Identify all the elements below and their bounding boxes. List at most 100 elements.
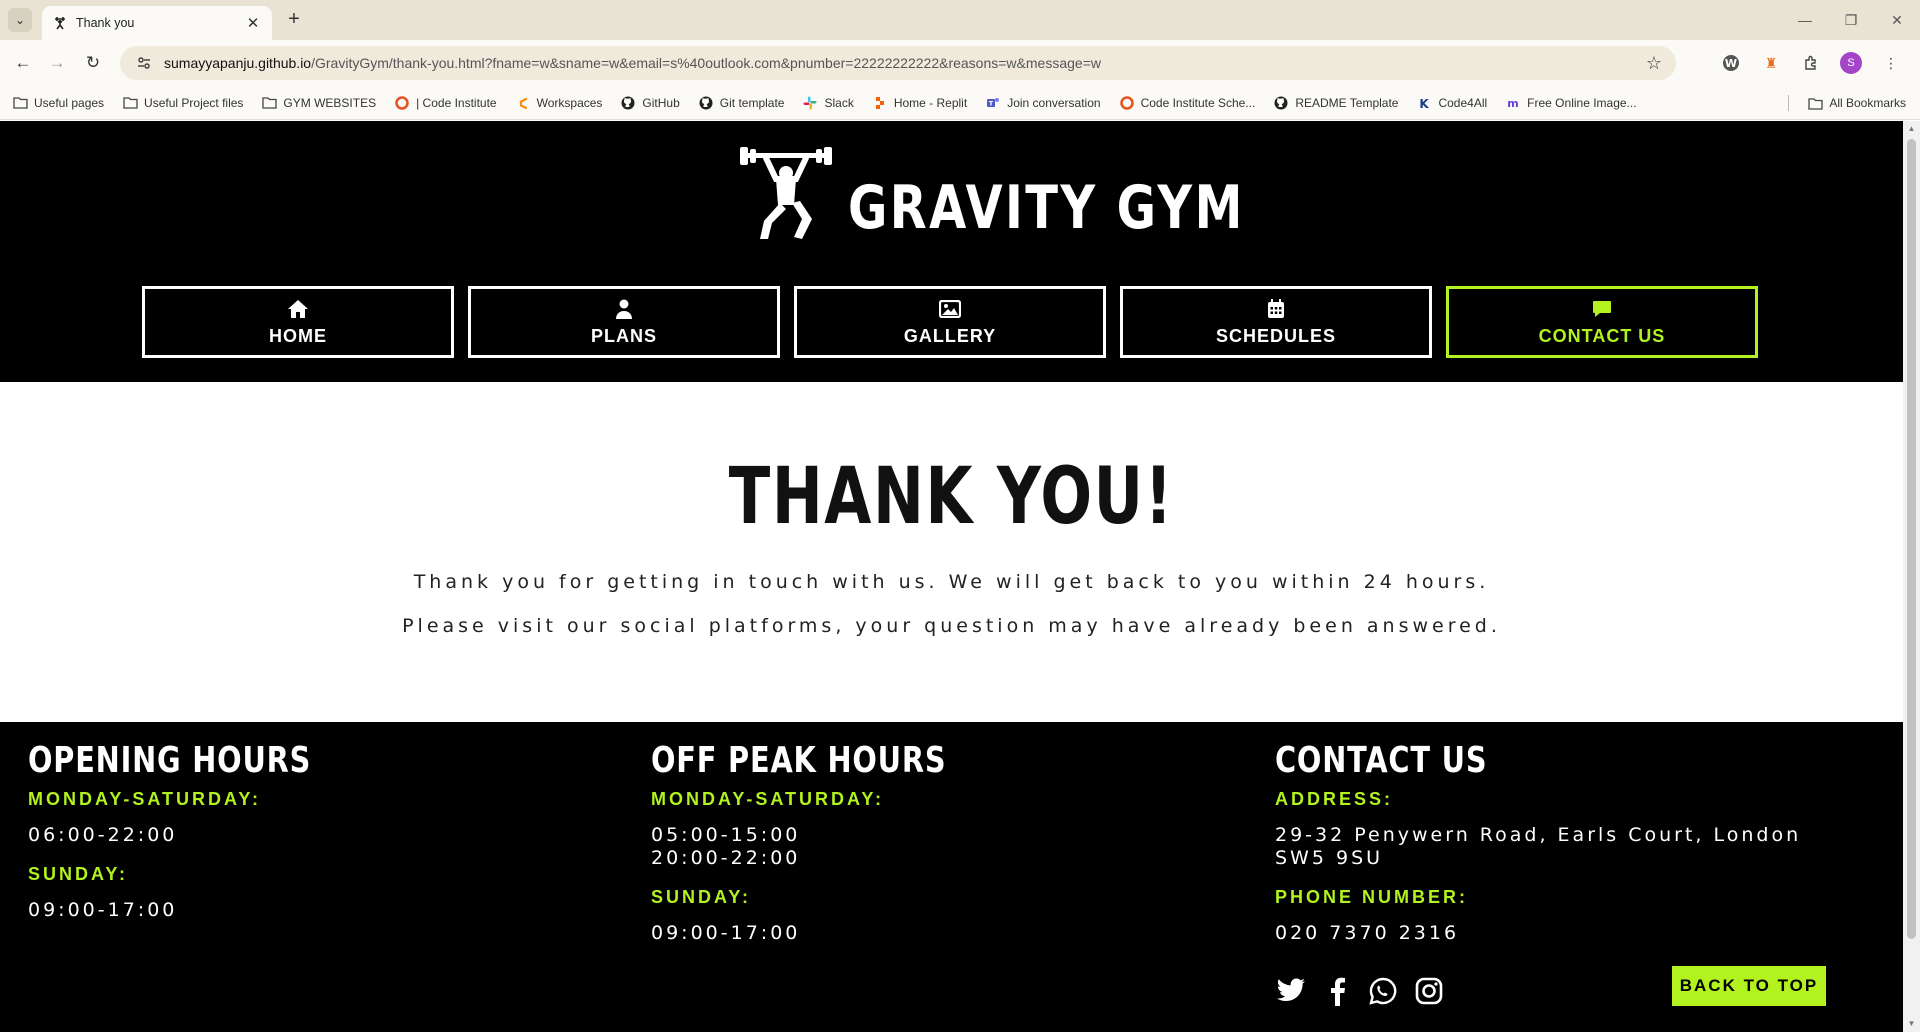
code4all-icon: K: [1416, 95, 1432, 111]
restore-icon[interactable]: ❐: [1828, 0, 1874, 40]
forward-icon[interactable]: →: [44, 50, 70, 76]
bookmark-item[interactable]: Useful pages: [12, 95, 104, 111]
nav-home[interactable]: HOME: [142, 286, 454, 358]
bookmark-item[interactable]: Code Institute Sche...: [1119, 95, 1256, 111]
bookmark-label: Code Institute Sche...: [1140, 95, 1256, 110]
thank-you-section: THANK YOU! Thank you for getting in touc…: [0, 382, 1903, 722]
bookmark-label: Useful pages: [34, 95, 105, 110]
close-window-icon[interactable]: ✕: [1874, 0, 1920, 40]
bookmark-item[interactable]: Workspaces: [515, 95, 602, 111]
nav-label: HOME: [269, 325, 327, 346]
site-info-icon[interactable]: [134, 53, 154, 73]
bookmark-label: Slack: [824, 95, 854, 110]
twitter-icon[interactable]: [1275, 975, 1307, 1007]
opening-sunday-hours: 09:00-17:00: [28, 899, 178, 921]
bookmark-label: GitHub: [642, 95, 680, 110]
image-tool-icon: m: [1505, 95, 1521, 111]
gym-favicon-icon: [52, 15, 68, 31]
bookmark-star-icon[interactable]: ☆: [1646, 53, 1662, 74]
nav-label: CONTACT US: [1538, 325, 1666, 346]
bookmark-label: | Code Institute: [416, 95, 497, 110]
bookmark-item[interactable]: Useful Project files: [122, 95, 243, 111]
address-label: ADDRESS:: [1275, 789, 1394, 809]
svg-text:K: K: [1420, 97, 1430, 110]
bookmark-item[interactable]: | Code Institute: [394, 95, 497, 111]
instagram-icon[interactable]: [1413, 975, 1445, 1007]
github-icon: [698, 95, 714, 111]
browser-menu-icon[interactable]: ⋮: [1880, 52, 1902, 74]
address-bar[interactable]: sumayyapanju.github.io/GravityGym/thank-…: [120, 46, 1676, 80]
extensions-area: W ♜ S ⋮: [1720, 52, 1902, 74]
close-tab-icon[interactable]: ✕: [244, 14, 262, 32]
svg-text:T: T: [989, 99, 994, 107]
nav-label: SCHEDULES: [1215, 325, 1336, 346]
bookmark-item[interactable]: K Code4All: [1416, 95, 1487, 111]
off-peak-sunday-hours: 09:00-17:00: [651, 922, 801, 944]
home-icon: [287, 298, 309, 320]
bookmark-item[interactable]: GYM WEBSITES: [261, 95, 376, 111]
image-icon: [939, 298, 961, 320]
bookmark-label: Home - Replit: [893, 95, 968, 110]
opening-sunday-label: SUNDAY:: [28, 864, 129, 884]
bookmark-label: Free Online Image...: [1527, 95, 1637, 110]
chess-extension-icon[interactable]: ♜: [1760, 52, 1782, 74]
scrollbar-thumb[interactable]: [1907, 139, 1916, 939]
wordpress-extension-icon[interactable]: W: [1720, 52, 1742, 74]
nav-plans[interactable]: PLANS: [468, 286, 780, 358]
teams-icon: T: [985, 95, 1001, 111]
folder-icon: [261, 95, 277, 111]
bookmark-item[interactable]: README Template: [1273, 95, 1398, 111]
bookmark-label: Code4All: [1438, 95, 1488, 110]
folder-icon: [12, 95, 28, 111]
tab-search-button[interactable]: ⌄: [8, 8, 32, 32]
back-to-top-button[interactable]: BACK TO TOP: [1672, 966, 1826, 1006]
opening-weekday-label: MONDAY-SATURDAY:: [28, 789, 262, 809]
new-tab-button[interactable]: +: [282, 8, 306, 32]
nav-contact-us[interactable]: CONTACT US: [1446, 286, 1758, 358]
bookmark-item[interactable]: m Free Online Image...: [1505, 95, 1636, 111]
site-logo[interactable]: GRAVITY GYM: [738, 143, 1344, 243]
bookmark-label: Git template: [719, 95, 785, 110]
address-text: 29-32 Penywern Road, Earls Court, London…: [1275, 824, 1802, 869]
browser-tab[interactable]: Thank you ✕: [42, 6, 272, 40]
off-peak-heading: OFF PEAK HOURS: [651, 740, 947, 781]
bookmark-item[interactable]: GitHub: [620, 95, 680, 111]
off-peak-hours-column: OFF PEAK HOURS MONDAY-SATURDAY: 05:00-15…: [651, 740, 1211, 962]
folder-icon: [122, 95, 138, 111]
bookmarks-bar: Useful pages Useful Project files GYM WEBS…: [0, 86, 1920, 120]
whatsapp-icon[interactable]: [1367, 975, 1399, 1007]
bookmark-item[interactable]: Home - Replit: [872, 95, 967, 111]
code-institute-icon: [394, 95, 410, 111]
main-nav: HOME PLANS GALLERY SCHEDULES CONTACT US: [142, 286, 1758, 358]
browser-toolbar: ← → ↻ sumayyapanju.github.io/GravityGym/…: [0, 40, 1920, 86]
bookmark-item[interactable]: Slack: [802, 95, 854, 111]
svg-text:m: m: [1507, 97, 1518, 110]
extensions-puzzle-icon[interactable]: [1800, 52, 1822, 74]
site-footer: OPENING HOURS MONDAY-SATURDAY: 06:00-22:…: [0, 722, 1903, 1032]
scroll-up-icon[interactable]: ▲: [1907, 124, 1916, 134]
back-icon[interactable]: ←: [10, 50, 36, 76]
off-peak-sunday-label: SUNDAY:: [651, 887, 752, 907]
bookmark-item[interactable]: Git template: [698, 95, 785, 111]
all-bookmarks-label: All Bookmarks: [1829, 96, 1906, 110]
scroll-down-icon[interactable]: ▼: [1907, 1019, 1916, 1029]
url-text[interactable]: sumayyapanju.github.io/GravityGym/thank-…: [164, 55, 1646, 71]
page-scrollbar[interactable]: ▲ ▼: [1903, 121, 1920, 1032]
reload-icon[interactable]: ↻: [80, 50, 106, 76]
all-bookmarks-button[interactable]: All Bookmarks: [1807, 95, 1906, 111]
bookmark-item[interactable]: T Join conversation: [985, 95, 1101, 111]
profile-avatar[interactable]: S: [1840, 52, 1862, 74]
calendar-icon: [1267, 298, 1285, 320]
nav-label: PLANS: [590, 325, 657, 346]
opening-weekday-hours: 06:00-22:00: [28, 824, 178, 846]
minimize-icon[interactable]: —: [1782, 0, 1828, 40]
site-logo-text: GRAVITY GYM: [848, 173, 1245, 243]
nav-gallery[interactable]: GALLERY: [794, 286, 1106, 358]
nav-schedules[interactable]: SCHEDULES: [1120, 286, 1432, 358]
phone-label: PHONE NUMBER:: [1275, 887, 1469, 907]
page-title: THANK YOU!: [728, 452, 1175, 542]
facebook-icon[interactable]: [1321, 975, 1353, 1007]
comment-icon: [1592, 298, 1612, 320]
gitpod-icon: [515, 95, 531, 111]
bookmark-label: Useful Project files: [144, 95, 244, 110]
